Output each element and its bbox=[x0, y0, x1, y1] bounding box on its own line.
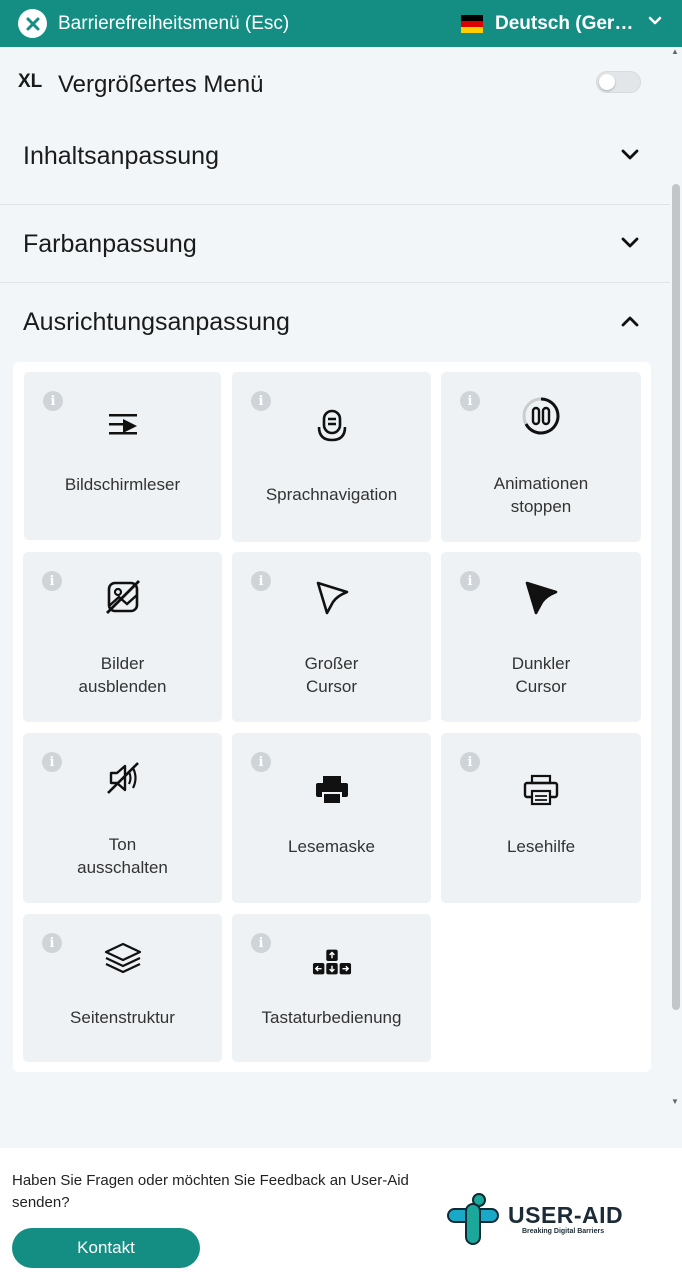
reading-guide-icon bbox=[521, 770, 561, 810]
menu-scrollbar[interactable]: ▲ ▼ bbox=[670, 47, 682, 1112]
info-icon[interactable]: i bbox=[251, 933, 271, 953]
tile-keyboard-navigation[interactable]: i Tastaturbedienung bbox=[232, 914, 431, 1062]
tile-label: Lesehilfe bbox=[506, 837, 576, 856]
info-icon[interactable]: i bbox=[251, 752, 271, 772]
info-icon[interactable]: i bbox=[251, 571, 271, 591]
section-title: Ausrichtungsanpassung bbox=[23, 308, 290, 336]
scroll-thumb[interactable] bbox=[672, 184, 680, 1010]
screen-reader-icon bbox=[103, 406, 143, 446]
tile-label: Tastaturbedienung bbox=[261, 1008, 402, 1027]
tile-mute-sound[interactable]: i Ton ausschalten bbox=[23, 733, 222, 903]
info-icon[interactable]: i bbox=[42, 752, 62, 772]
section-title: Farbanpassung bbox=[23, 230, 197, 258]
orientation-tools-panel: i Bildschirmleser i Sprachnavigation i A… bbox=[13, 362, 651, 1072]
section-color-adjustment[interactable]: Farbanpassung bbox=[0, 205, 670, 283]
menu-header: Barrierefreiheitsmenü (Esc) Deutsch (Ger… bbox=[0, 0, 682, 47]
stop-animations-icon bbox=[521, 396, 561, 436]
info-icon[interactable]: i bbox=[42, 571, 62, 591]
feedback-footer: Haben Sie Fragen oder möchten Sie Feedba… bbox=[0, 1148, 682, 1284]
info-icon[interactable]: i bbox=[251, 391, 271, 411]
tile-label: Bildschirmleser bbox=[64, 475, 181, 494]
close-icon bbox=[26, 17, 39, 30]
tile-label: Bilder ausblenden bbox=[78, 654, 167, 696]
big-cursor-icon bbox=[312, 577, 352, 617]
tile-reading-guide[interactable]: i Lesehilfe bbox=[441, 733, 641, 903]
chevron-down-icon[interactable] bbox=[648, 14, 662, 28]
feedback-question: Haben Sie Fragen oder möchten Sie Feedba… bbox=[12, 1172, 409, 1211]
tile-screen-reader[interactable]: i Bildschirmleser bbox=[24, 372, 221, 540]
tile-hide-images[interactable]: i Bilder ausblenden bbox=[23, 552, 222, 722]
hide-images-icon bbox=[103, 577, 143, 617]
user-aid-logo-icon bbox=[447, 1193, 499, 1245]
page-structure-icon bbox=[103, 939, 143, 979]
tile-label: Lesemaske bbox=[288, 837, 375, 856]
reading-mask-icon bbox=[312, 770, 352, 810]
tile-dark-cursor[interactable]: i Dunkler Cursor bbox=[441, 552, 641, 722]
section-orientation-adjustment[interactable]: Ausrichtungsanpassung bbox=[0, 283, 670, 361]
tile-label: Animationen stoppen bbox=[493, 474, 589, 516]
tile-label: Ton ausschalten bbox=[77, 835, 168, 877]
keyboard-navigation-icon bbox=[312, 942, 352, 982]
chevron-down-icon bbox=[621, 149, 639, 160]
enlarged-menu-toggle[interactable] bbox=[596, 71, 641, 93]
tile-label: Dunkler Cursor bbox=[511, 654, 571, 696]
tile-label: Seitenstruktur bbox=[70, 1008, 175, 1027]
enlarged-menu-row: XL Vergrößertes Menü bbox=[0, 47, 670, 125]
chevron-up-icon bbox=[621, 316, 639, 327]
dark-cursor-icon bbox=[521, 577, 561, 617]
info-icon[interactable]: i bbox=[460, 571, 480, 591]
contact-button[interactable]: Kontakt bbox=[12, 1228, 200, 1268]
language-label: Deutsch (German) bbox=[495, 13, 635, 34]
enlarged-menu-label: Vergrößertes Menü bbox=[58, 71, 264, 98]
info-icon[interactable]: i bbox=[460, 752, 480, 772]
tile-reading-mask[interactable]: i Lesemaske bbox=[232, 733, 431, 903]
user-aid-logo[interactable]: USER-AID Breaking Digital Barriers bbox=[446, 1192, 636, 1248]
toggle-knob bbox=[599, 74, 615, 90]
logo-name: USER-AID bbox=[508, 1202, 624, 1228]
section-title: Inhaltsanpassung bbox=[23, 142, 219, 170]
info-icon[interactable]: i bbox=[460, 391, 480, 411]
section-content-adjustment[interactable]: Inhaltsanpassung bbox=[0, 125, 670, 205]
scroll-up-icon[interactable]: ▲ bbox=[671, 47, 679, 56]
tile-stop-animations[interactable]: i Animationen stoppen bbox=[441, 372, 641, 542]
tile-page-structure[interactable]: i Seitenstruktur bbox=[23, 914, 222, 1062]
tile-label: Großer Cursor bbox=[304, 654, 359, 696]
logo-tagline: Breaking Digital Barriers bbox=[522, 1228, 605, 1235]
info-icon[interactable]: i bbox=[43, 391, 63, 411]
voice-navigation-icon bbox=[312, 406, 352, 446]
menu-title: Barrierefreiheitsmenü (Esc) bbox=[58, 13, 290, 34]
language-selector[interactable]: Deutsch (German) bbox=[461, 13, 635, 35]
chevron-down-icon bbox=[621, 237, 639, 248]
tile-label: Sprachnavigation bbox=[265, 485, 398, 504]
tile-voice-navigation[interactable]: i Sprachnavigation bbox=[232, 372, 431, 542]
mute-sound-icon bbox=[103, 758, 143, 798]
close-menu-button[interactable] bbox=[18, 9, 47, 38]
info-icon[interactable]: i bbox=[42, 933, 62, 953]
tile-big-cursor[interactable]: i Großer Cursor bbox=[232, 552, 431, 722]
xl-icon: XL bbox=[18, 71, 43, 92]
scroll-down-icon[interactable]: ▼ bbox=[671, 1097, 679, 1106]
german-flag-icon bbox=[461, 15, 483, 33]
